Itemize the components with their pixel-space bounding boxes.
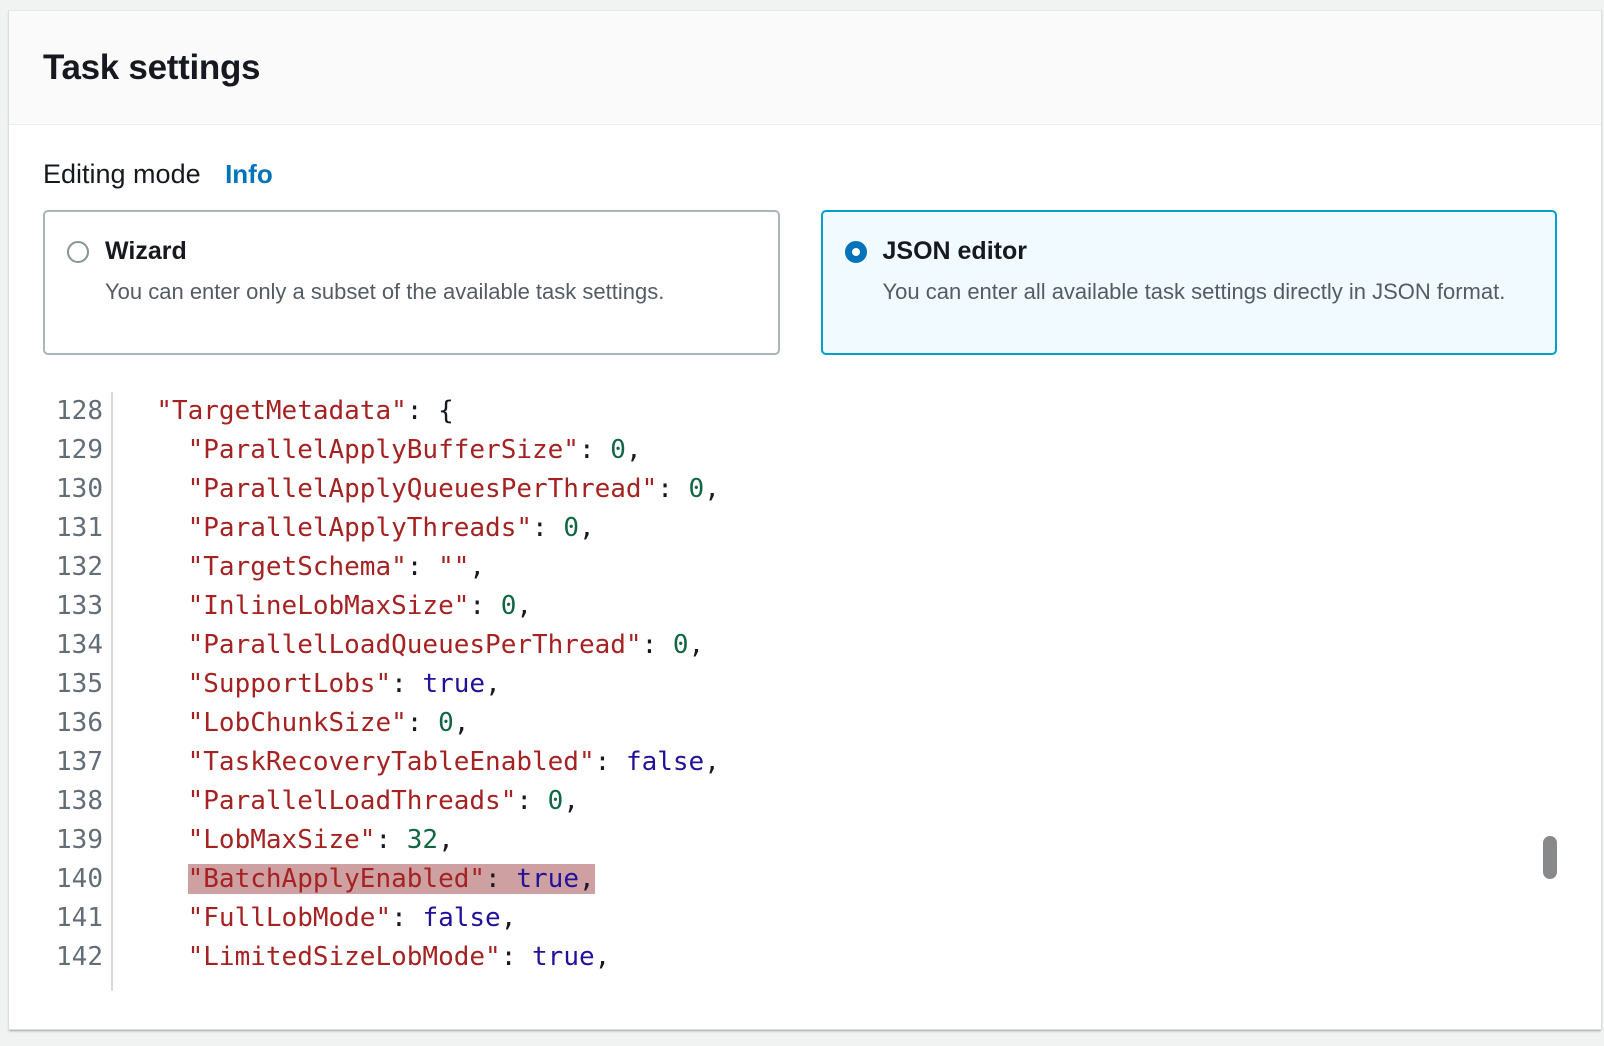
json-editor-radio[interactable]	[845, 241, 867, 263]
editor-code-area[interactable]: "TargetMetadata": { "ParallelApplyBuffer…	[113, 392, 1601, 991]
code-tokens: "ParallelLoadQueuesPerThread": 0,	[188, 630, 705, 660]
code-tokens: "LobChunkSize": 0,	[188, 708, 470, 738]
code-tokens: "LimitedSizeLobMode": true,	[188, 942, 611, 972]
line-number: 142	[9, 938, 103, 977]
code-tokens: "LobMaxSize": 32,	[188, 825, 454, 855]
editing-mode-field: Editing mode Info	[43, 158, 1557, 195]
editor-gutter: 1281291301311321331341351361371381391401…	[9, 392, 113, 991]
wizard-radio[interactable]	[67, 241, 89, 263]
code-tokens: "ParallelApplyThreads": 0,	[188, 513, 595, 543]
json-editor-option-header: JSON editor	[845, 237, 1536, 266]
line-number: 136	[9, 704, 103, 743]
wizard-option-header: Wizard	[67, 237, 758, 266]
code-tokens: "TargetMetadata": {	[156, 396, 453, 426]
json-editor-option-tile[interactable]: JSON editor You can enter all available …	[821, 210, 1558, 355]
line-number: 130	[9, 470, 103, 509]
code-tokens: "TaskRecoveryTableEnabled": false,	[188, 747, 720, 777]
scrollbar-thumb[interactable]	[1543, 836, 1557, 879]
line-number: 129	[9, 431, 103, 470]
code-line[interactable]: "TargetMetadata": {	[125, 392, 1601, 431]
panel-header: Task settings	[9, 11, 1601, 125]
code-line[interactable]: "TargetSchema": "",	[125, 548, 1601, 587]
highlighted-token: "BatchApplyEnabled": true,	[188, 864, 595, 894]
page: Task settings Editing mode Info Wizard Y…	[0, 0, 1604, 1046]
line-number: 137	[9, 743, 103, 782]
code-tokens: "ParallelLoadThreads": 0,	[188, 786, 579, 816]
editing-mode-options: Wizard You can enter only a subset of th…	[43, 210, 1557, 355]
line-number: 135	[9, 665, 103, 704]
wizard-label: Wizard	[105, 237, 187, 266]
line-number: 141	[9, 899, 103, 938]
json-code-editor[interactable]: 1281291301311321331341351361371381391401…	[9, 392, 1601, 991]
code-tokens: "TargetSchema": "",	[188, 552, 485, 582]
code-line[interactable]: "InlineLobMaxSize": 0,	[125, 587, 1601, 626]
line-number: 133	[9, 587, 103, 626]
code-line[interactable]: "TaskRecoveryTableEnabled": false,	[125, 743, 1601, 782]
line-number: 140	[9, 860, 103, 899]
line-number: 139	[9, 821, 103, 860]
code-line[interactable]: "ParallelLoadQueuesPerThread": 0,	[125, 626, 1601, 665]
code-line[interactable]: "BatchApplyEnabled": true,	[125, 860, 1601, 899]
json-editor-label: JSON editor	[883, 237, 1027, 266]
editing-mode-label: Editing mode	[43, 159, 201, 189]
code-tokens: "ParallelApplyQueuesPerThread": 0,	[188, 474, 720, 504]
code-tokens: "FullLobMode": false,	[188, 903, 517, 933]
code-line[interactable]: "ParallelApplyThreads": 0,	[125, 509, 1601, 548]
code-line[interactable]: "LobChunkSize": 0,	[125, 704, 1601, 743]
line-number: 132	[9, 548, 103, 587]
panel-title: Task settings	[43, 48, 260, 88]
code-tokens: "SupportLobs": true,	[188, 669, 501, 699]
line-number: 134	[9, 626, 103, 665]
code-tokens: "InlineLobMaxSize": 0,	[188, 591, 532, 621]
code-line[interactable]: "LimitedSizeLobMode": true,	[125, 938, 1601, 977]
wizard-option-tile[interactable]: Wizard You can enter only a subset of th…	[43, 210, 780, 355]
info-link[interactable]: Info	[225, 159, 273, 189]
code-line[interactable]: "SupportLobs": true,	[125, 665, 1601, 704]
radio-dot-icon	[852, 248, 860, 256]
wizard-description: You can enter only a subset of the avail…	[105, 274, 745, 310]
code-line[interactable]: "ParallelApplyQueuesPerThread": 0,	[125, 470, 1601, 509]
code-tokens: "ParallelApplyBufferSize": 0,	[188, 435, 642, 465]
line-number: 128	[9, 392, 103, 431]
line-number: 138	[9, 782, 103, 821]
code-line[interactable]: "ParallelLoadThreads": 0,	[125, 782, 1601, 821]
task-settings-panel: Task settings Editing mode Info Wizard Y…	[8, 10, 1602, 1030]
code-line[interactable]: "FullLobMode": false,	[125, 899, 1601, 938]
code-line[interactable]: "LobMaxSize": 32,	[125, 821, 1601, 860]
line-number: 131	[9, 509, 103, 548]
json-editor-description: You can enter all available task setting…	[883, 274, 1523, 310]
code-line[interactable]: "ParallelApplyBufferSize": 0,	[125, 431, 1601, 470]
